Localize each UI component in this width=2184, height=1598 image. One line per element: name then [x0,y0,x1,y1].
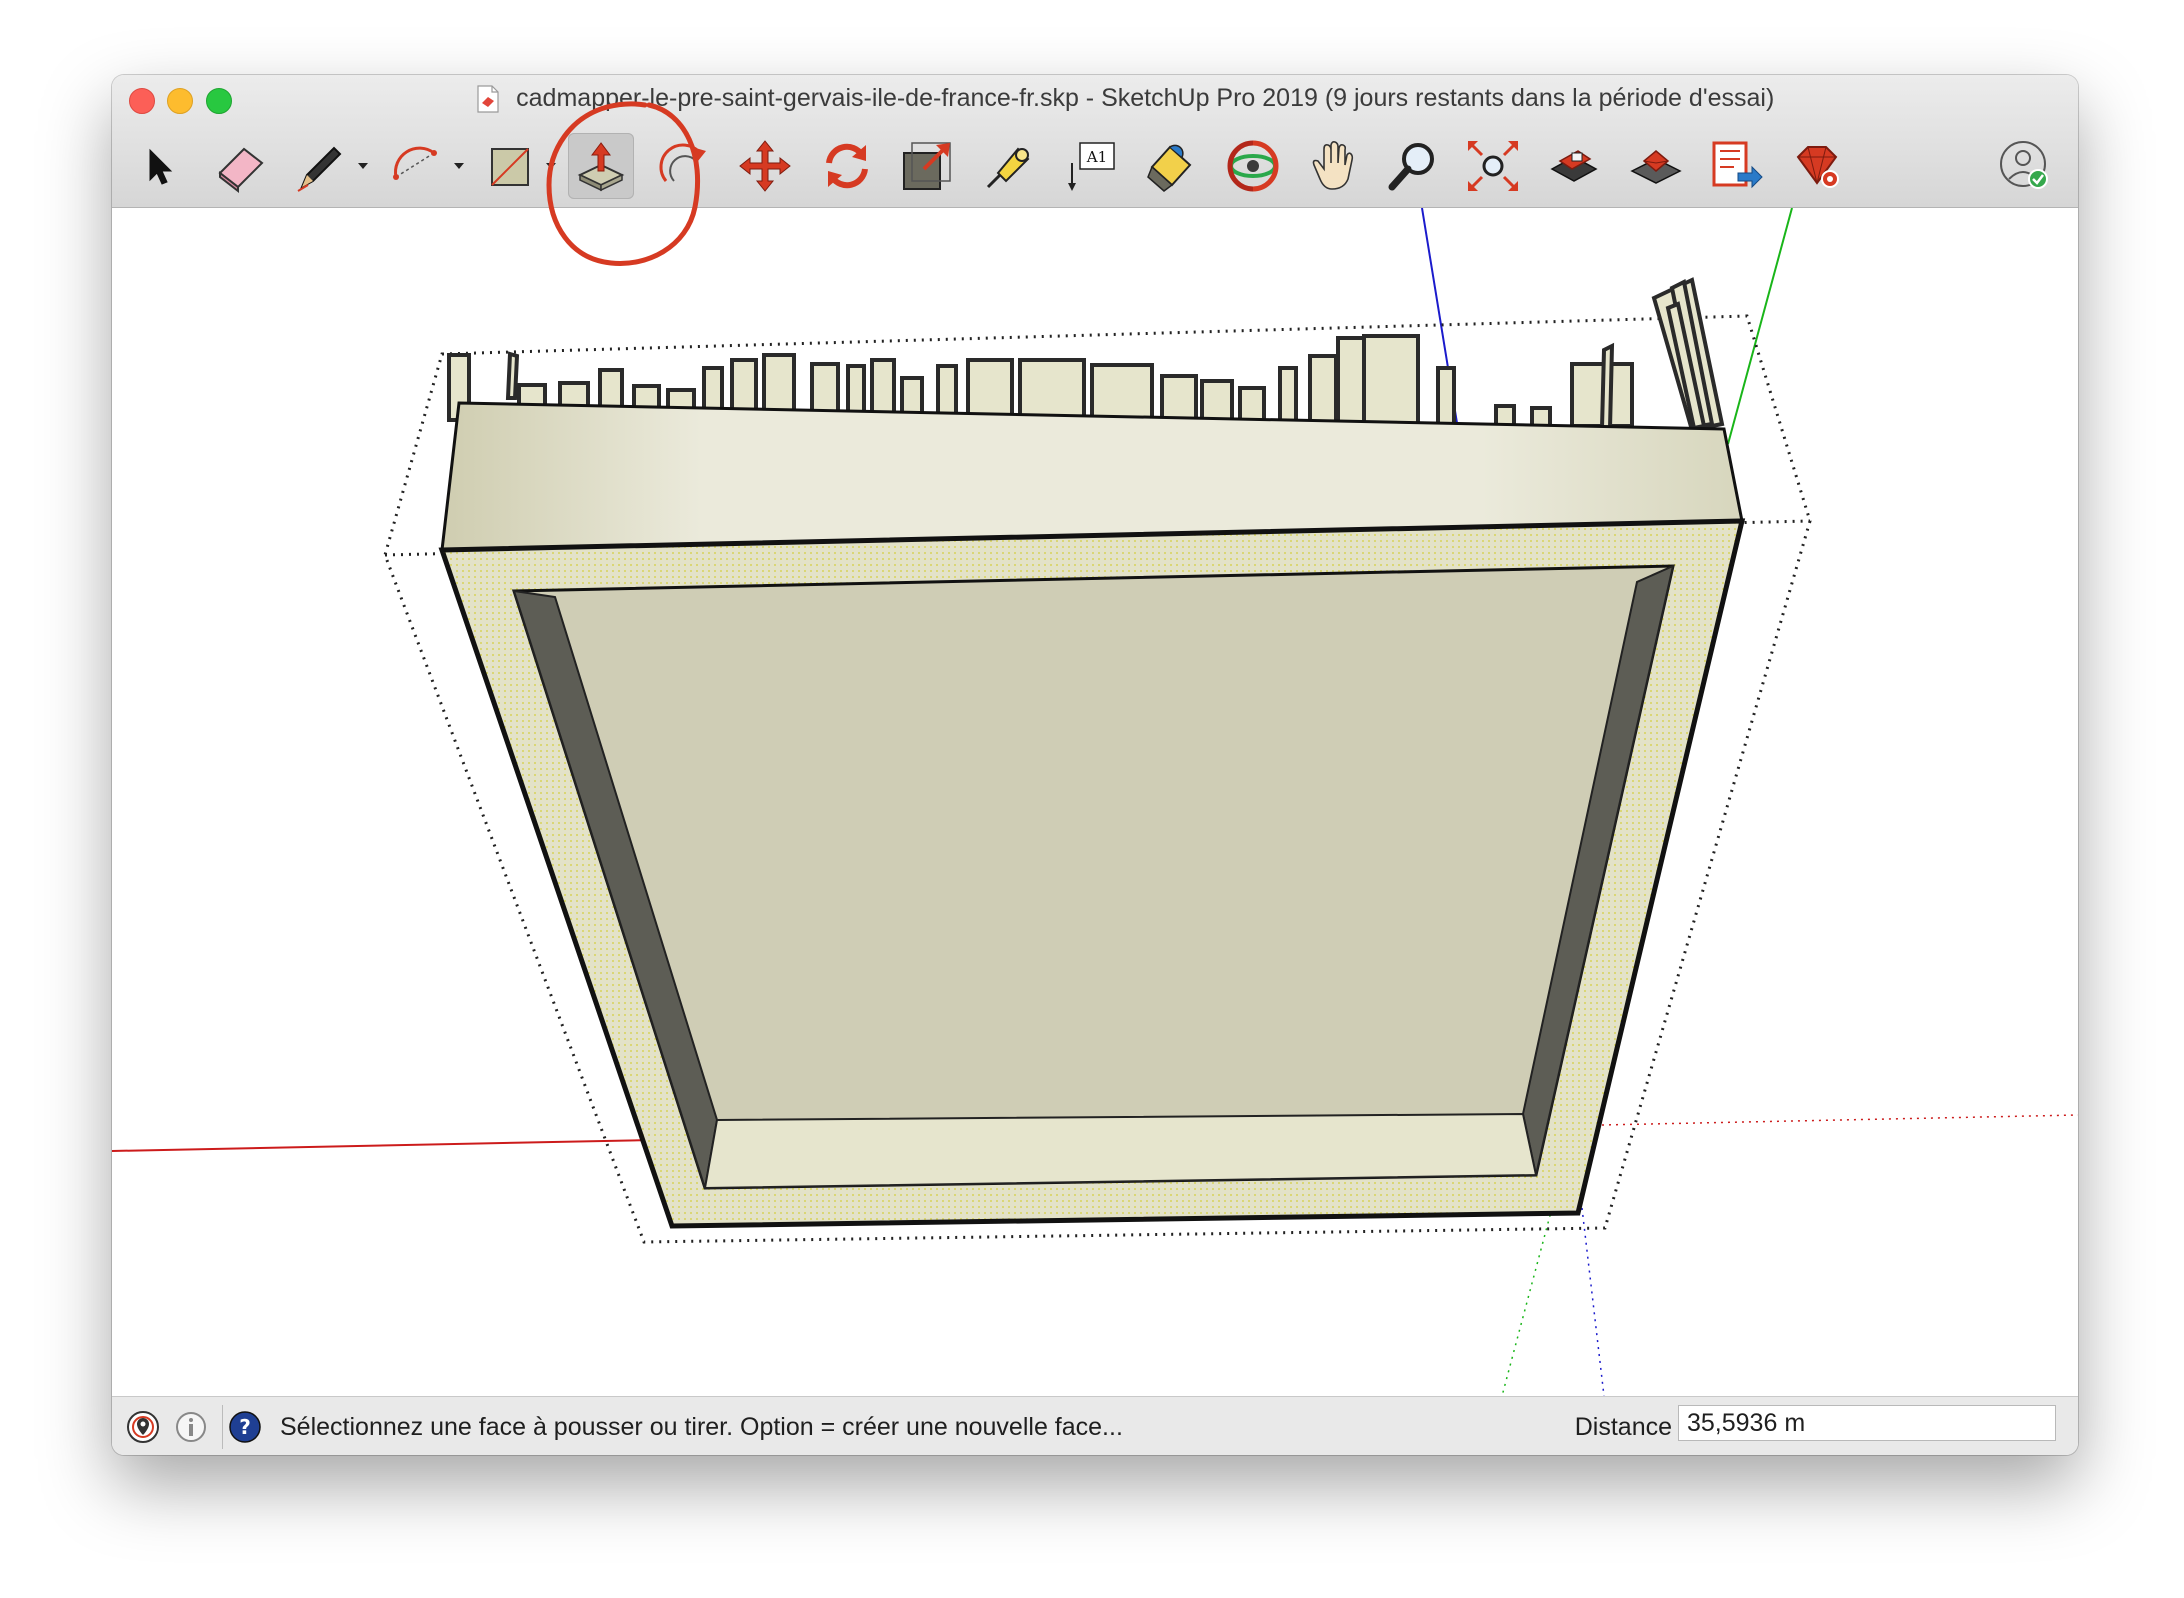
model-viewport[interactable] [112,208,2078,1396]
blue-axis-hidden [1581,1207,1605,1396]
line-tool-dropdown[interactable] [356,159,370,173]
push-pull-tool-button[interactable] [568,133,634,199]
status-bar: ? Sélectionnez une face à pousser ou tir… [112,1396,2078,1455]
green-axis [1727,208,1793,445]
line-tool-button[interactable] [288,133,354,199]
model-inner-bottom-ledge [703,1112,1538,1190]
arc-tool-dropdown[interactable] [452,159,466,173]
extension-warehouse-icon [1630,150,1682,184]
rotate-tool-button[interactable] [814,133,880,199]
geo-location-icon [127,1411,159,1443]
skp-document-icon [476,84,500,113]
pan-hand-icon [1312,141,1354,190]
zoom-extents-tool-button[interactable] [1460,133,1526,199]
credits-icon [176,1412,206,1442]
minimize-window-button[interactable] [167,88,193,114]
credits-button[interactable] [174,1410,208,1444]
red-axis-hidden [1601,1114,2078,1126]
sketchup-window: cadmapper-le-pre-saint-gervais-ile-de-fr… [112,75,2078,1455]
status-message: Sélectionnez une face à pousser ou tirer… [280,1413,1123,1441]
chevron-down-icon [454,163,464,169]
move-tool-button[interactable] [732,133,798,199]
scale-icon [903,142,951,190]
send-to-layout-button[interactable] [1704,133,1770,199]
svg-text:A1: A1 [1086,148,1107,166]
paint-bucket-icon [1147,144,1192,192]
arc-tool-button[interactable] [384,133,450,199]
green-axis-hidden [1501,1207,1553,1396]
extension-manager-button[interactable] [1784,133,1850,199]
help-icon: ? [229,1411,261,1443]
move-icon [739,140,791,192]
window-title-area: cadmapper-le-pre-saint-gervais-ile-de-fr… [372,84,1878,114]
rectangle-icon [491,148,529,186]
tape-measure-icon [986,147,1030,189]
offset-tool-button[interactable] [652,133,718,199]
warehouse-icon [1550,150,1598,182]
eraser-tool-button[interactable] [208,133,274,199]
main-toolbar: A1 [112,127,2078,205]
arrow-cursor-icon [149,148,173,185]
model-drawing [112,208,2078,1396]
close-window-button[interactable] [129,88,155,114]
tape-measure-tool-button[interactable] [978,133,1044,199]
pan-tool-button[interactable] [1300,133,1366,199]
red-axis [112,1139,653,1152]
orbit-tool-button[interactable] [1220,133,1286,199]
offset-icon [659,143,706,182]
scale-tool-button[interactable] [894,133,960,199]
text-icon: A1 [1068,142,1115,191]
pencil-icon [297,146,342,192]
measurements-input[interactable] [1678,1405,2056,1441]
zoom-icon [1388,143,1434,191]
account-button[interactable] [1992,133,2058,199]
zoom-tool-button[interactable] [1380,133,1446,199]
paint-bucket-tool-button[interactable] [1138,133,1204,199]
zoom-window-button[interactable] [206,88,232,114]
layout-icon [1712,141,1763,189]
orbit-icon [1227,140,1279,192]
chevron-down-icon [358,163,368,169]
measurements-label: Distance [1574,1413,1672,1441]
arc-icon [393,146,437,180]
window-title: cadmapper-le-pre-saint-gervais-ile-de-fr… [516,84,1775,112]
geo-location-button[interactable] [126,1410,160,1444]
select-tool-button[interactable] [126,133,192,199]
chevron-down-icon [546,163,556,169]
rectangle-tool-button[interactable] [478,133,544,199]
title-bar: cadmapper-le-pre-saint-gervais-ile-de-fr… [112,75,2078,208]
text-tool-button[interactable]: A1 [1058,133,1124,199]
rotate-icon [826,143,868,189]
push-pull-icon [577,142,625,192]
eraser-icon [218,147,264,194]
rectangle-tool-dropdown[interactable] [544,159,558,173]
3d-warehouse-button[interactable] [1542,133,1608,199]
user-account-icon [2000,141,2048,189]
status-separator [222,1405,223,1449]
instructor-help-button[interactable]: ? [228,1410,262,1444]
extension-warehouse-button[interactable] [1624,133,1690,199]
zoom-extents-icon [1468,141,1518,191]
svg-text:?: ? [239,1415,251,1439]
ruby-gear-icon [1796,146,1839,188]
